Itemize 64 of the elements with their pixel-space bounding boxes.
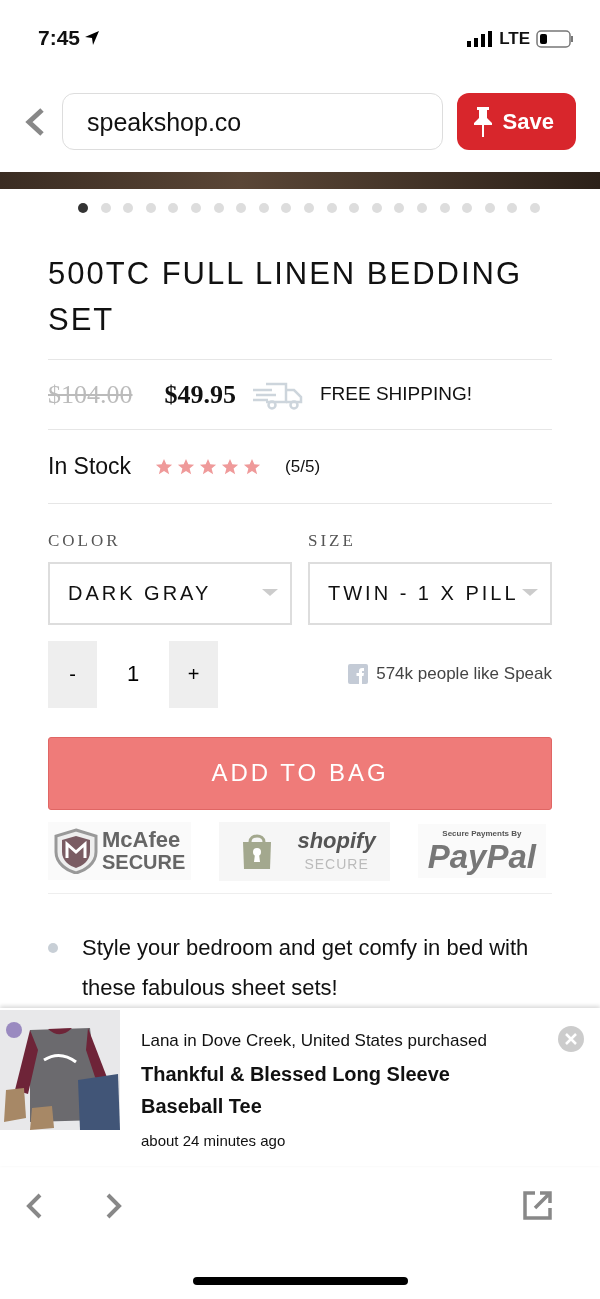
bullet-text: Style your bedroom and get comfy in bed with these fabulous sheet sets!	[82, 933, 530, 1002]
facebook-icon	[348, 664, 369, 684]
signal-icon	[467, 30, 494, 47]
bullet-icon	[48, 942, 58, 953]
option-label: COLOR	[48, 530, 122, 552]
notification-message: Lana in Dove Creek, United States purchased	[141, 1030, 487, 1052]
carousel-dot[interactable]	[462, 203, 473, 213]
battery-icon	[536, 29, 574, 48]
caret-icon	[522, 589, 538, 597]
forward-icon[interactable]	[105, 1193, 123, 1219]
badge-text: Secure Payments By	[441, 828, 523, 840]
stock-status: In Stock	[48, 452, 132, 482]
url-field[interactable]: speakshop.co	[62, 93, 443, 150]
product-title: 500TC FULL LINEN BEDDING SET	[48, 255, 524, 339]
carousel-dot[interactable]	[326, 203, 337, 213]
carousel-dot[interactable]	[349, 203, 360, 213]
carousel-dot[interactable]	[236, 203, 247, 213]
pin-icon	[472, 105, 493, 138]
shield-icon	[54, 828, 98, 874]
decrease-button[interactable]: -	[48, 640, 97, 708]
close-icon	[565, 1033, 577, 1045]
increase-button[interactable]: +	[169, 640, 218, 708]
location-arrow-icon	[84, 29, 101, 46]
option-select[interactable]: TWIN - 1 X PILL	[308, 561, 552, 625]
home-indicator[interactable]	[193, 1277, 408, 1285]
back-icon[interactable]	[25, 1193, 43, 1219]
carousel-dot[interactable]	[303, 203, 314, 213]
carousel-dot[interactable]	[100, 203, 111, 213]
share-icon[interactable]	[523, 1190, 553, 1220]
option-label: SIZE	[308, 530, 357, 552]
likes-count: 574k people like Speak	[376, 663, 552, 686]
badge-text: shopify	[297, 827, 376, 854]
carousel-dot[interactable]	[168, 203, 179, 213]
carousel-dot[interactable]	[258, 203, 269, 213]
carousel-dot[interactable]	[507, 203, 518, 213]
badge-text: McAfee	[102, 829, 182, 851]
original-price: $104.00	[48, 379, 133, 411]
network-type: LTE	[499, 28, 530, 50]
rating-count: (5/5)	[285, 455, 321, 478]
carousel-dot[interactable]	[78, 203, 88, 213]
option-select[interactable]: DARK GRAY	[48, 561, 292, 625]
carousel-dot[interactable]	[529, 203, 540, 213]
product-name: Thankful & Blessed Long Sleeve Baseball Tee	[141, 1061, 451, 1119]
carousel-dot[interactable]	[416, 203, 427, 213]
clock-time: 7:45	[38, 25, 81, 51]
shipping-note: FREE SHIPPING!	[320, 382, 473, 407]
carousel-dot[interactable]	[281, 203, 292, 213]
carousel-dot[interactable]	[123, 203, 134, 213]
padlock-bag-icon	[241, 832, 274, 870]
carousel-dot[interactable]	[190, 203, 201, 213]
carousel-dot[interactable]	[439, 203, 450, 213]
close-button[interactable]	[558, 1026, 584, 1052]
save-button[interactable]: Save	[456, 93, 576, 150]
purchase-time: about 24 minutes ago	[141, 1130, 287, 1151]
badge-text: SECURE	[303, 854, 370, 874]
caret-icon	[262, 589, 278, 597]
carousel-dot[interactable]	[394, 203, 405, 213]
badge-text: PayPal	[427, 840, 536, 874]
carousel-dot[interactable]	[213, 203, 224, 213]
carousel-dot[interactable]	[371, 203, 382, 213]
badge-text: SECURE	[102, 851, 186, 873]
carousel-dot[interactable]	[145, 203, 156, 213]
sale-price: $49.95	[164, 379, 236, 411]
carousel-dot[interactable]	[484, 203, 495, 213]
